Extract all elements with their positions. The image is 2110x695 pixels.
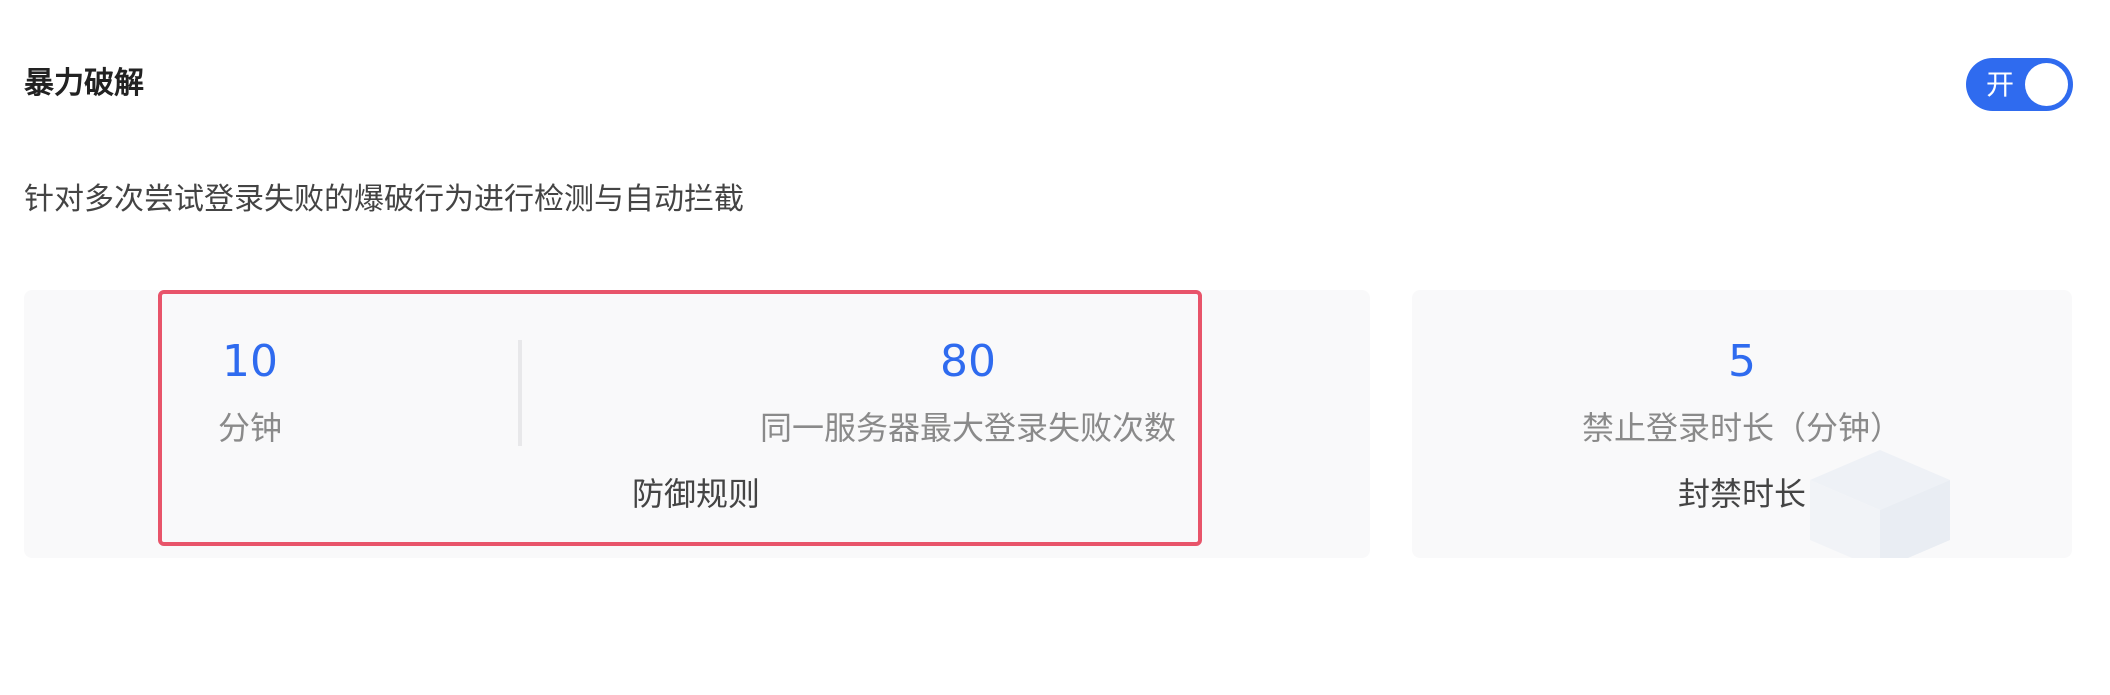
ban-duration-value: 5 — [1728, 336, 1756, 387]
enable-toggle[interactable]: 开 — [1966, 58, 2073, 111]
section-description: 针对多次尝试登录失败的爆破行为进行检测与自动拦截 — [24, 182, 744, 217]
ban-duration-label: 禁止登录时长（分钟） — [1581, 409, 1902, 447]
toggle-label: 开 — [1986, 68, 2015, 101]
toggle-knob — [2025, 63, 2068, 106]
highlight-frame — [158, 290, 1202, 546]
section-title: 暴力破解 — [24, 66, 144, 101]
ban-duration-footer: 封禁时长 — [1677, 475, 1806, 513]
brute-force-settings-panel: 暴力破解 开 针对多次尝试登录失败的爆破行为进行检测与自动拦截 10 分钟 80… — [0, 0, 2110, 695]
